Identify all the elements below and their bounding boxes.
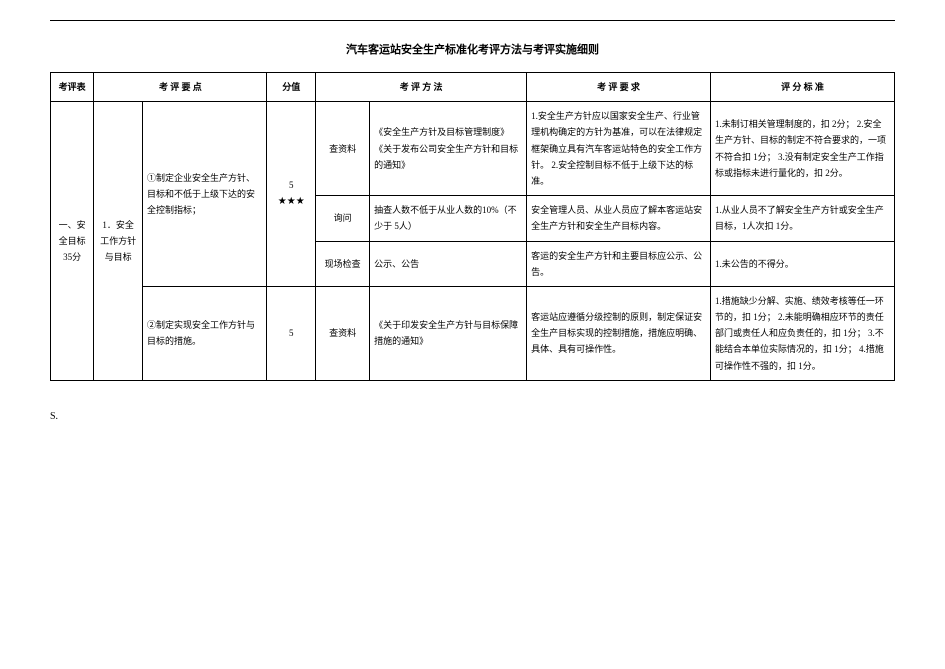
page-title: 汽车客运站安全生产标准化考评方法与考评实施细则 (50, 41, 895, 57)
requirement-cell: 客运的安全生产方针和主要目标应公示、公告。 (527, 241, 711, 286)
score-value: 5 (271, 177, 311, 193)
requirement-cell: 客运站应遵循分级控制的原则，制定保证安全生产目标实现的控制措施，措施应明确、具体… (527, 286, 711, 380)
method-cell: 现场检查 (316, 241, 370, 286)
method-desc-cell: 《安全生产方针及目标管理制度》 《关于发布公司安全生产方针和目标的通知》 (370, 102, 527, 196)
standard-cell: 1.措施缺少分解、实施、绩效考核等任一环节的，扣 1分； 2.未能明确相应环节的… (711, 286, 895, 380)
header-col2: 考 评 要 点 (94, 73, 267, 102)
header-col3: 分值 (267, 73, 316, 102)
section-cell: 一、安全目标 35分 (51, 102, 94, 381)
evaluation-table: 考评表 考 评 要 点 分值 考 评 方 法 考 评 要 求 评 分 标 准 一… (50, 72, 895, 381)
top-divider (50, 20, 895, 21)
method-desc-cell: 《关于印发安全生产方针与目标保障措施的通知》 (370, 286, 527, 380)
table-header-row: 考评表 考 评 要 点 分值 考 评 方 法 考 评 要 求 评 分 标 准 (51, 73, 895, 102)
method-cell: 查资料 (316, 286, 370, 380)
point-cell: ①制定企业安全生产方针、目标和不低于上级下达的安全控制指标； (142, 102, 266, 287)
requirement-cell: 安全管理人员、从业人员应了解本客运站安全生产方针和安全生产目标内容。 (527, 196, 711, 241)
score-cell: 5 ★★★ (267, 102, 316, 287)
header-col5: 考 评 要 求 (527, 73, 711, 102)
score-cell: 5 (267, 286, 316, 380)
table-row: ②制定实现安全工作方针与目标的措施。 5 查资料 《关于印发安全生产方针与目标保… (51, 286, 895, 380)
requirement-cell: 1.安全生产方针应以国家安全生产、行业管理机构确定的方针为基准，可以在法律规定框… (527, 102, 711, 196)
header-col6: 评 分 标 准 (711, 73, 895, 102)
star-rating: ★★★ (271, 193, 311, 211)
method-desc-cell: 公示、公告 (370, 241, 527, 286)
method-cell: 查资料 (316, 102, 370, 196)
page-footer: S. (50, 411, 895, 422)
method-desc-cell: 抽查人数不低于从业人数的10%（不少于 5人） (370, 196, 527, 241)
method-cell: 询问 (316, 196, 370, 241)
standard-cell: 1.从业人员不了解安全生产方针或安全生产目标，1人次扣 1分。 (711, 196, 895, 241)
header-col1: 考评表 (51, 73, 94, 102)
subsection-cell: 1．安全工作方针与目标 (94, 102, 143, 381)
header-col4: 考 评 方 法 (316, 73, 527, 102)
standard-cell: 1.未公告的不得分。 (711, 241, 895, 286)
table-row: 一、安全目标 35分 1．安全工作方针与目标 ①制定企业安全生产方针、目标和不低… (51, 102, 895, 196)
standard-cell: 1.未制订相关管理制度的，扣 2分； 2.安全生产方针、目标的制定不符合要求的，… (711, 102, 895, 196)
point-cell: ②制定实现安全工作方针与目标的措施。 (142, 286, 266, 380)
